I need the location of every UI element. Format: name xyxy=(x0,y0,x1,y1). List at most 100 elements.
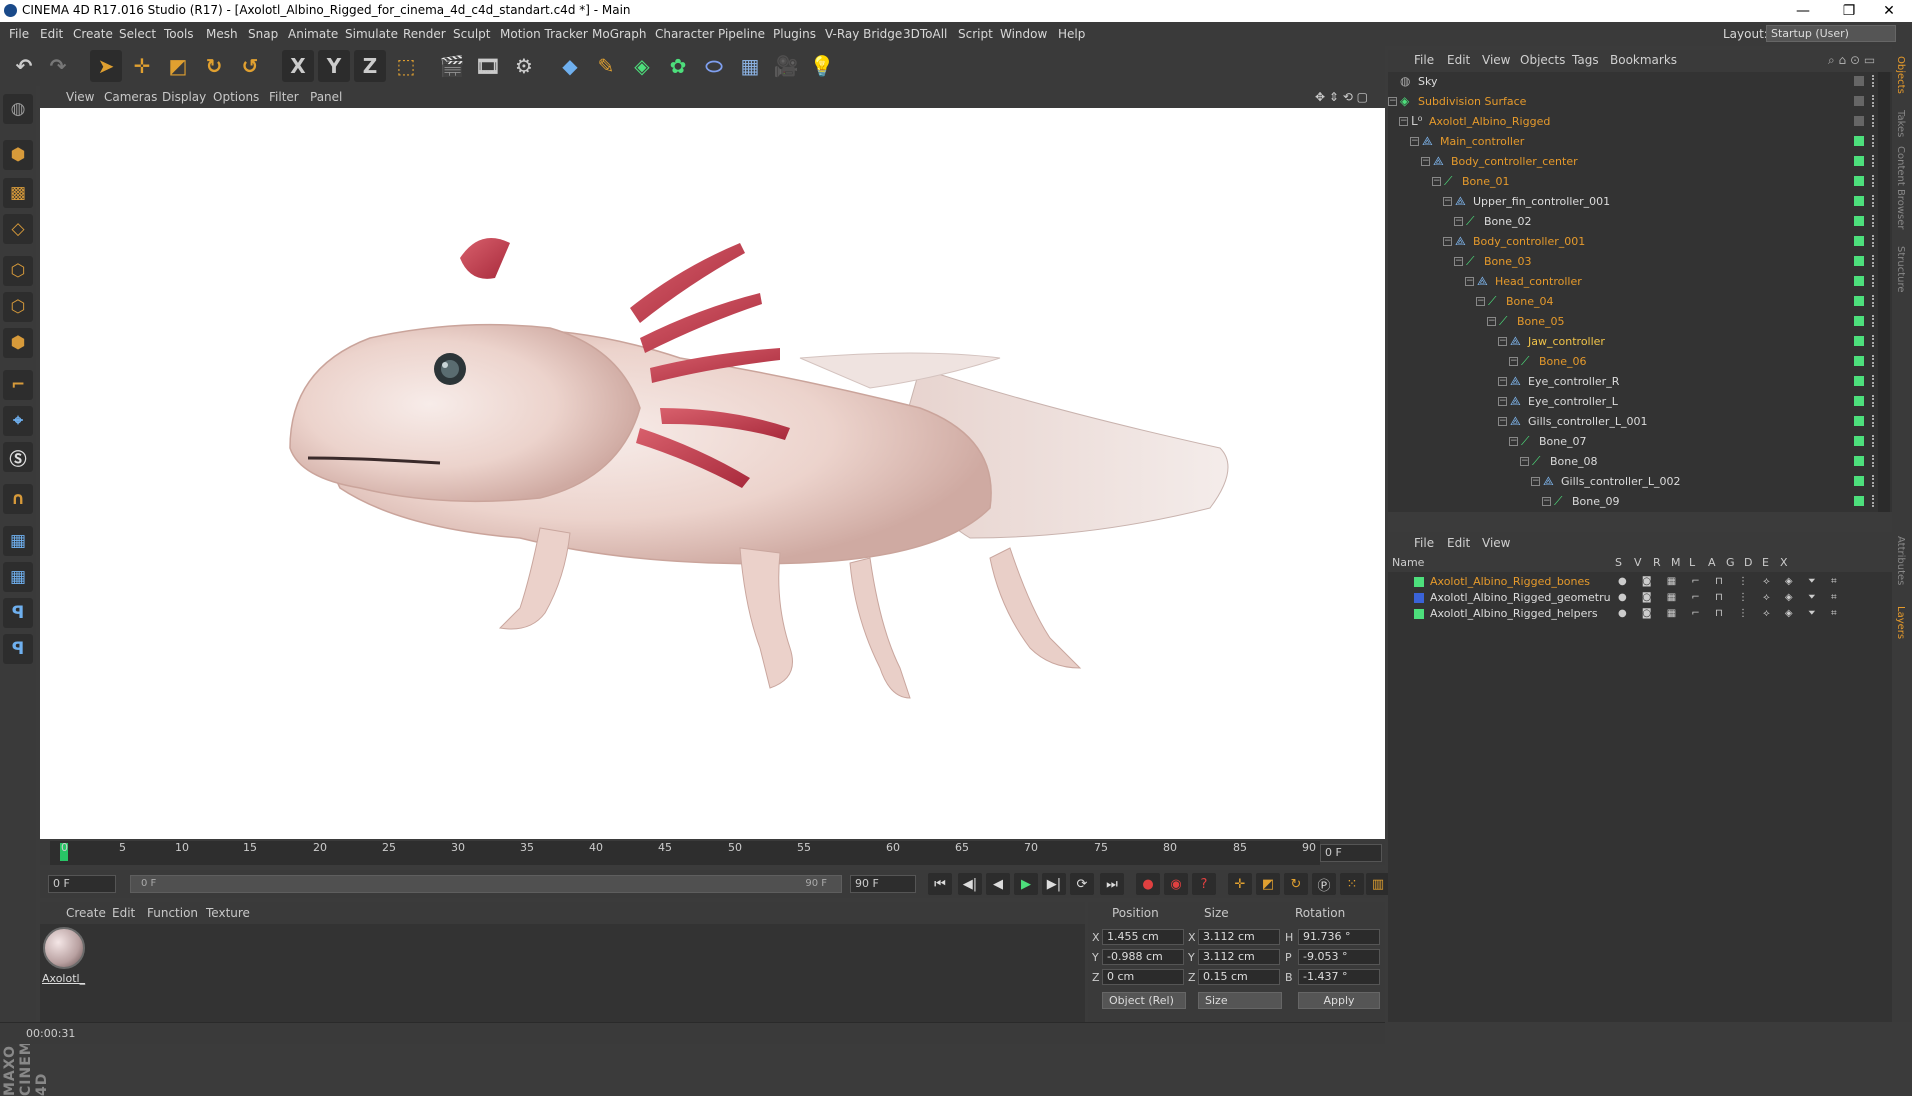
tab-objects[interactable]: Objects xyxy=(1895,56,1906,94)
visibility-tag-icon[interactable] xyxy=(1854,276,1864,286)
position-key-icon[interactable]: ✛ xyxy=(1228,873,1252,895)
visibility-tag-icon[interactable] xyxy=(1854,456,1864,466)
material-menu-create[interactable]: Create xyxy=(66,906,106,920)
position-z-field[interactable]: 0 cm xyxy=(1102,969,1184,985)
menu-file[interactable]: File xyxy=(9,27,29,41)
play-icon[interactable]: ▶ xyxy=(1014,873,1038,895)
objects-menu-view[interactable]: View xyxy=(1482,53,1510,67)
expand-toggle[interactable]: − xyxy=(1509,437,1518,446)
layer-name[interactable]: Axolotl_Albino_Rigged_bones xyxy=(1430,575,1590,588)
expand-toggle[interactable]: − xyxy=(1421,157,1430,166)
previous-key-icon[interactable]: ◀| xyxy=(958,873,982,895)
object-name[interactable]: Bone_09 xyxy=(1572,495,1620,508)
tab-takes[interactable]: Takes xyxy=(1895,110,1906,137)
visibility-tag-icon[interactable] xyxy=(1854,256,1864,266)
expand-toggle[interactable]: − xyxy=(1498,397,1507,406)
keyframe-selection-icon[interactable]: ? xyxy=(1192,873,1216,895)
tab-content-browser[interactable]: Content Browser xyxy=(1895,146,1906,229)
layer-flags-icon[interactable]: ● ◙ ▦ ⌐ ⊓ ⋮ ⟡ ◈ ⏷ ⌗ xyxy=(1618,576,1843,587)
object-name[interactable]: Subdivision Surface xyxy=(1418,95,1526,108)
visibility-tag-icon[interactable] xyxy=(1854,316,1864,326)
editor-render-dots-icon[interactable] xyxy=(1872,255,1876,267)
object-name[interactable]: Upper_fin_controller_001 xyxy=(1473,195,1610,208)
editor-render-dots-icon[interactable] xyxy=(1872,455,1876,467)
layout-dropdown[interactable]: Startup (User) xyxy=(1766,25,1896,42)
layers-menu-edit[interactable]: Edit xyxy=(1447,536,1470,550)
next-frame-icon[interactable]: ▶| xyxy=(1042,873,1066,895)
object-name[interactable]: Bone_06 xyxy=(1539,355,1587,368)
pen-spline-icon[interactable]: ✎ xyxy=(590,50,622,82)
menu-script[interactable]: Script xyxy=(958,27,993,41)
viewport-menu-display[interactable]: Display xyxy=(162,90,206,104)
object-name[interactable]: Bone_03 xyxy=(1484,255,1532,268)
editor-render-dots-icon[interactable] xyxy=(1872,395,1876,407)
layer-row[interactable]: Axolotl_Albino_Rigged_helpers ● ◙ ▦ ⌐ ⊓ … xyxy=(1388,606,1892,622)
objects-menu-objects[interactable]: Objects xyxy=(1520,53,1565,67)
go-to-end-icon[interactable]: ⏭ xyxy=(1100,873,1124,895)
expand-toggle[interactable]: − xyxy=(1454,217,1463,226)
visibility-tag-icon[interactable] xyxy=(1854,476,1864,486)
subdivision-icon[interactable]: ◈ xyxy=(626,50,658,82)
layer-color-swatch[interactable] xyxy=(1414,593,1424,603)
viewport-menu-panel[interactable]: Panel xyxy=(310,90,342,104)
expand-toggle[interactable]: − xyxy=(1498,377,1507,386)
layer-name[interactable]: Axolotl_Albino_Rigged_geometru xyxy=(1430,591,1611,604)
expand-toggle[interactable]: − xyxy=(1531,477,1540,486)
python-icon[interactable]: ꟼ xyxy=(3,598,33,628)
editor-render-dots-icon[interactable] xyxy=(1872,275,1876,287)
size-mode-dropdown[interactable]: Size xyxy=(1198,992,1282,1009)
z-axis-toggle[interactable]: Z xyxy=(354,50,386,82)
editor-render-dots-icon[interactable] xyxy=(1872,415,1876,427)
editor-render-dots-icon[interactable] xyxy=(1872,75,1876,87)
apply-button[interactable]: Apply xyxy=(1298,992,1380,1009)
floor-icon[interactable]: ▦ xyxy=(734,50,766,82)
editor-render-dots-icon[interactable] xyxy=(1872,115,1876,127)
texture-mode-icon[interactable]: ▩ xyxy=(3,178,33,208)
material-menu-function[interactable]: Function xyxy=(147,906,198,920)
object-tree-row[interactable]: − ⟁ Eye_controller_L xyxy=(1388,392,1892,412)
menu-render[interactable]: Render xyxy=(403,27,446,41)
object-tree-row[interactable]: − ⟁ Upper_fin_controller_001 xyxy=(1388,192,1892,212)
preview-range-slider[interactable]: 0 F 90 F xyxy=(130,875,842,893)
render-picture-viewer-icon[interactable]: 🎞 xyxy=(472,50,504,82)
menu-vray-bridge[interactable]: V-Ray Bridge xyxy=(825,27,902,41)
visibility-tag-icon[interactable] xyxy=(1854,116,1864,126)
grid-icon[interactable]: ▦ xyxy=(3,562,33,592)
timeline-window-icon[interactable]: ▥ xyxy=(1366,873,1390,895)
size-z-field[interactable]: 0.15 cm xyxy=(1198,969,1280,985)
timeline-ruler[interactable]: 0 5 10 15 20 25 30 35 40 45 50 55 60 65 … xyxy=(40,841,1385,865)
undo-icon[interactable]: ↶ xyxy=(8,50,40,82)
visibility-tag-icon[interactable] xyxy=(1854,136,1864,146)
end-frame-field[interactable]: 90 F xyxy=(850,875,916,893)
layer-flags-icon[interactable]: ● ◙ ▦ ⌐ ⊓ ⋮ ⟡ ◈ ⏷ ⌗ xyxy=(1618,592,1843,603)
editor-render-dots-icon[interactable] xyxy=(1872,355,1876,367)
menu-animate[interactable]: Animate xyxy=(288,27,338,41)
object-name[interactable]: Gills_controller_L_002 xyxy=(1561,475,1681,488)
object-name[interactable]: Bone_05 xyxy=(1517,315,1565,328)
menu-motion-tracker[interactable]: Motion Tracker xyxy=(500,27,588,41)
object-tree-row[interactable]: − ⟋ Bone_04 xyxy=(1388,292,1892,312)
coordinate-system-icon[interactable]: ⬚ xyxy=(390,50,422,82)
visibility-tag-icon[interactable] xyxy=(1854,96,1864,106)
object-tree-row[interactable]: − ⟋ Bone_02 xyxy=(1388,212,1892,232)
3d-viewport[interactable] xyxy=(40,108,1385,839)
visibility-tag-icon[interactable] xyxy=(1854,176,1864,186)
editor-render-dots-icon[interactable] xyxy=(1872,215,1876,227)
object-name[interactable]: Body_controller_center xyxy=(1451,155,1578,168)
scale-icon[interactable]: ◩ xyxy=(162,50,194,82)
expand-toggle[interactable]: − xyxy=(1443,237,1452,246)
rotate-icon[interactable]: ↻ xyxy=(198,50,230,82)
menu-tools[interactable]: Tools xyxy=(164,27,194,41)
editor-render-dots-icon[interactable] xyxy=(1872,475,1876,487)
rotation-key-icon[interactable]: ↻ xyxy=(1284,873,1308,895)
object-name[interactable]: Bone_04 xyxy=(1506,295,1554,308)
position-y-field[interactable]: -0.988 cm xyxy=(1102,949,1184,965)
object-tree-scrollbar[interactable] xyxy=(1878,72,1890,512)
start-frame-field[interactable]: 0 F xyxy=(48,875,116,893)
material-menu-edit[interactable]: Edit xyxy=(112,906,135,920)
tweak-mode-icon[interactable]: ⌖ xyxy=(3,406,33,436)
layer-color-swatch[interactable] xyxy=(1414,609,1424,619)
menu-mograph[interactable]: MoGraph xyxy=(592,27,647,41)
layer-name[interactable]: Axolotl_Albino_Rigged_helpers xyxy=(1430,607,1598,620)
object-tree-row[interactable]: − ⟁ Main_controller xyxy=(1388,132,1892,152)
